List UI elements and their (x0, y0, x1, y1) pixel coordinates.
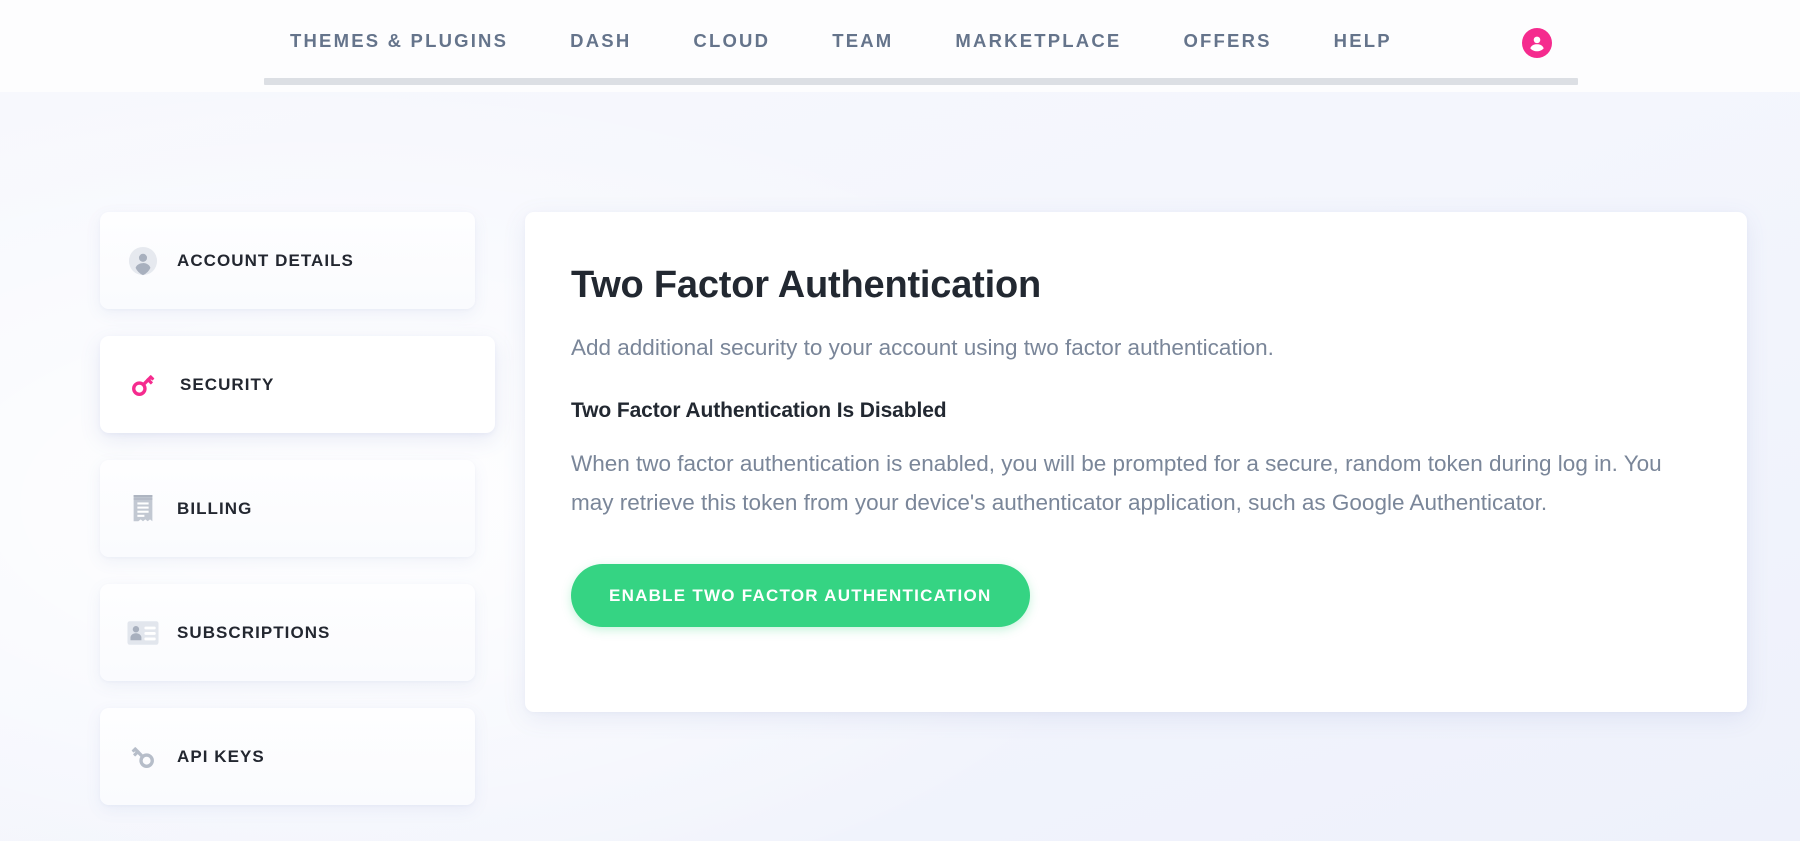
user-avatar-button[interactable] (1522, 28, 1552, 58)
description-text: When two factor authentication is enable… (571, 450, 1662, 515)
page-layout: Account Details Security (0, 92, 1800, 841)
page-subtitle: Add additional security to your account … (571, 334, 1274, 360)
sidebar-item-label: Account Details (177, 250, 354, 270)
settings-sidebar: Account Details Security (100, 212, 495, 832)
status-heading: Two Factor Authentication Is Disabled (571, 398, 947, 422)
nav-item-dash[interactable]: Dash (539, 31, 662, 51)
user-avatar-icon (1530, 36, 1544, 52)
sidebar-item-label: API Keys (177, 746, 265, 766)
nav-item-offers[interactable]: Offers (1152, 31, 1302, 51)
enable-two-factor-authentication-button[interactable]: Enable Two Factor Authentication (571, 564, 1030, 628)
sidebar-item-billing[interactable]: Billing (100, 460, 475, 557)
sidebar-item-subscriptions[interactable]: Subscriptions (100, 584, 475, 681)
nav-item-themes-plugins[interactable]: Themes & Plugins (264, 31, 539, 51)
nav-underline-bar (264, 78, 1578, 85)
page-root: Themes & Plugins Dash Cloud Team Marketp… (0, 0, 1800, 841)
nav-links: Themes & Plugins Dash Cloud Team Marketp… (264, 0, 1423, 82)
sidebar-item-label: Security (180, 374, 275, 394)
nav-item-cloud[interactable]: Cloud (662, 31, 801, 51)
nav-item-team[interactable]: Team (801, 31, 924, 51)
api-key-icon (126, 740, 160, 774)
sidebar-item-security[interactable]: Security (100, 336, 495, 433)
key-icon (126, 368, 160, 402)
sidebar-item-api-keys[interactable]: API Keys (100, 708, 475, 805)
account-avatar-icon (126, 244, 160, 278)
page-title: Two Factor Authentication (571, 264, 1041, 306)
top-navigation-bar: Themes & Plugins Dash Cloud Team Marketp… (0, 0, 1800, 92)
sidebar-item-label: Billing (177, 498, 253, 518)
two-factor-authentication-card: Two Factor Authentication Add additional… (525, 212, 1747, 712)
sidebar-item-account-details[interactable]: Account Details (100, 212, 475, 309)
id-card-icon (126, 616, 160, 650)
nav-item-marketplace[interactable]: Marketplace (924, 31, 1152, 51)
nav-item-help[interactable]: Help (1303, 31, 1423, 51)
receipt-icon (126, 492, 160, 526)
sidebar-item-label: Subscriptions (177, 622, 331, 642)
